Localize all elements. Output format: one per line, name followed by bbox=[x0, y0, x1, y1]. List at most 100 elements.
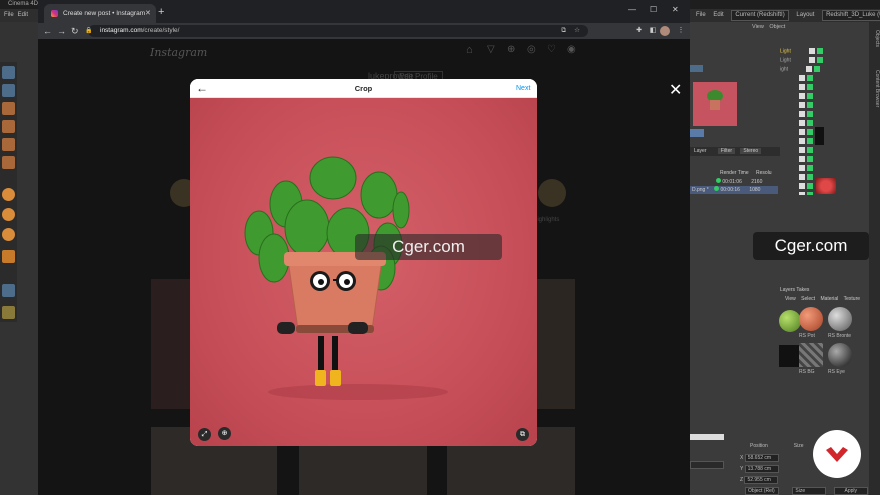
new-post-icon[interactable]: ⊕ bbox=[507, 44, 515, 55]
mat-material[interactable]: Material bbox=[820, 296, 838, 302]
coord-mode-select[interactable]: Object (Rel) bbox=[745, 487, 779, 495]
render-col-header: Render Time Resolu bbox=[720, 170, 772, 176]
multiple-select-icon[interactable]: ⧉ bbox=[516, 428, 529, 441]
render-slider[interactable] bbox=[690, 129, 704, 137]
tab-close-icon[interactable]: ✕ bbox=[145, 4, 151, 23]
scale-tool-icon[interactable] bbox=[2, 84, 15, 97]
point-tool-icon[interactable] bbox=[2, 156, 15, 169]
close-modal-icon[interactable]: ✕ bbox=[669, 83, 682, 99]
render-tab[interactable] bbox=[690, 65, 703, 72]
coord-y-field[interactable]: 13.788 cm bbox=[744, 465, 779, 473]
coord-size-select[interactable]: Size bbox=[792, 487, 827, 495]
grid-tool-icon[interactable] bbox=[2, 306, 15, 319]
extension-puzzle-icon[interactable]: ◧ bbox=[648, 26, 658, 36]
bookmark-star-icon[interactable]: ☆ bbox=[574, 25, 580, 37]
mat-texture[interactable]: Texture bbox=[844, 296, 860, 302]
mat-view[interactable]: View bbox=[785, 296, 796, 302]
activity-icon[interactable]: ♡ bbox=[547, 44, 556, 55]
mat-layers[interactable]: Layers bbox=[780, 287, 795, 293]
coord-mode[interactable]: Object (Rel) Size Apply bbox=[745, 487, 868, 495]
browser-tab[interactable]: Create new post • Instagram ✕ bbox=[44, 4, 156, 23]
coord-z[interactable]: Z 52.955 cm bbox=[740, 476, 779, 484]
render-row-selected[interactable]: D.png * 00:00:16 1080 bbox=[690, 186, 778, 194]
coord-header: Position Size bbox=[750, 443, 804, 449]
rmenu-edit[interactable]: Edit bbox=[713, 12, 723, 18]
extensions-icon[interactable]: ✚ bbox=[634, 26, 644, 36]
checker-tool-icon[interactable] bbox=[2, 102, 15, 115]
forward-arrow-icon[interactable]: → bbox=[57, 23, 66, 39]
cube-tool-icon[interactable] bbox=[2, 120, 15, 133]
object-material-tag[interactable] bbox=[815, 127, 824, 145]
instagram-logo[interactable]: Instagram bbox=[150, 46, 207, 59]
obj-object[interactable]: Object bbox=[769, 24, 785, 30]
coord-x-field[interactable]: 58.652 cm bbox=[744, 454, 779, 462]
knife-tool-icon[interactable] bbox=[2, 250, 15, 263]
watermark-right: Cger.com bbox=[753, 232, 869, 260]
c4d-toolbar bbox=[0, 62, 17, 322]
render-file: D.png * bbox=[692, 187, 709, 193]
direct-icon[interactable]: ▽ bbox=[487, 44, 495, 55]
home-icon[interactable]: ⌂ bbox=[466, 44, 473, 56]
c4d-dropdown[interactable] bbox=[690, 461, 724, 469]
tab-stereo[interactable]: Stereo bbox=[740, 148, 762, 154]
minimize-button[interactable]: — bbox=[628, 3, 636, 17]
profile-avatar[interactable] bbox=[660, 26, 670, 36]
object-row[interactable]: ight bbox=[780, 66, 870, 74]
window-close-button[interactable]: ✕ bbox=[672, 3, 679, 17]
side-tab-content-browser[interactable]: Content Browser bbox=[870, 70, 880, 107]
magnet-tool-icon[interactable] bbox=[2, 208, 15, 221]
material-swatch-dark[interactable] bbox=[779, 345, 801, 367]
material-swatch-rs-bg[interactable] bbox=[799, 343, 823, 367]
object-row[interactable]: Light bbox=[780, 48, 870, 56]
zoom-icon[interactable]: ⊕ bbox=[218, 427, 231, 440]
crop-photo[interactable]: ⤢ ⊕ ⧉ bbox=[190, 98, 537, 446]
polygon-tool-icon[interactable] bbox=[2, 138, 15, 151]
cast-icon[interactable]: ⧉ bbox=[561, 25, 566, 37]
render-row[interactable]: 00:01:06 2160 bbox=[690, 178, 778, 186]
render-thumbnail[interactable] bbox=[693, 82, 737, 126]
renderer-select[interactable]: Current (RedshiftI) bbox=[731, 10, 789, 21]
c4d-menu-edit[interactable]: Edit bbox=[18, 12, 28, 18]
menu-kebab-icon[interactable]: ⋮ bbox=[676, 26, 686, 36]
grid-post[interactable] bbox=[151, 279, 191, 409]
new-tab-button[interactable]: + bbox=[158, 4, 164, 21]
maximize-button[interactable]: ☐ bbox=[650, 3, 657, 17]
next-button[interactable]: Next bbox=[516, 79, 530, 98]
reload-icon[interactable]: ↻ bbox=[71, 23, 79, 39]
coord-x[interactable]: X 58.652 cm bbox=[740, 454, 779, 462]
brush-tool-icon[interactable] bbox=[2, 228, 15, 241]
c4d-left-panel bbox=[0, 22, 38, 495]
layout-select[interactable]: Redshift_3D_Luke (User) bbox=[822, 10, 880, 21]
object-row[interactable]: Light bbox=[780, 57, 870, 65]
c4d-obj-menubar: View Object bbox=[690, 22, 785, 33]
material-swatch-rs-bronte[interactable] bbox=[828, 307, 852, 331]
coord-z-field[interactable]: 52.955 cm bbox=[744, 476, 779, 484]
apply-button[interactable]: Apply bbox=[833, 487, 868, 495]
move-tool-icon[interactable] bbox=[2, 66, 15, 79]
tab-layer[interactable]: Layer bbox=[694, 148, 707, 154]
tab-filter[interactable]: Filter bbox=[717, 148, 736, 154]
obj-view[interactable]: View bbox=[752, 24, 764, 30]
highlight-circle[interactable] bbox=[538, 179, 566, 207]
coord-y[interactable]: Y 13.788 cm bbox=[740, 465, 779, 473]
snap-tool-icon[interactable] bbox=[2, 188, 15, 201]
profile-icon[interactable]: ◉ bbox=[567, 44, 576, 55]
aspect-ratio-icon[interactable]: ⤢ bbox=[198, 428, 211, 441]
grid-post[interactable] bbox=[537, 279, 575, 409]
material-swatch-rs-pot[interactable] bbox=[799, 307, 823, 331]
c4d-menu-file[interactable]: File bbox=[4, 12, 14, 18]
c4d-field[interactable] bbox=[690, 434, 724, 440]
rmenu-file[interactable]: File bbox=[696, 12, 706, 18]
material-swatch[interactable] bbox=[779, 310, 801, 332]
material-swatch-rs-eye[interactable] bbox=[828, 343, 852, 367]
address-bar[interactable]: 🔒 instagram.com/create/style/ ⧉ ☆ bbox=[85, 25, 588, 37]
side-tab-objects[interactable]: Objects bbox=[870, 30, 880, 47]
back-arrow-icon[interactable]: ← bbox=[43, 23, 52, 39]
render-time: 00:01:06 bbox=[722, 179, 742, 185]
layer-tool-icon[interactable] bbox=[2, 284, 15, 297]
explore-icon[interactable]: ◎ bbox=[527, 44, 536, 55]
object-material-tag-red[interactable] bbox=[816, 178, 836, 194]
mat-select[interactable]: Select bbox=[801, 296, 815, 302]
object-checkboxes[interactable] bbox=[799, 75, 805, 195]
mat-takes[interactable]: Takes bbox=[796, 287, 809, 293]
